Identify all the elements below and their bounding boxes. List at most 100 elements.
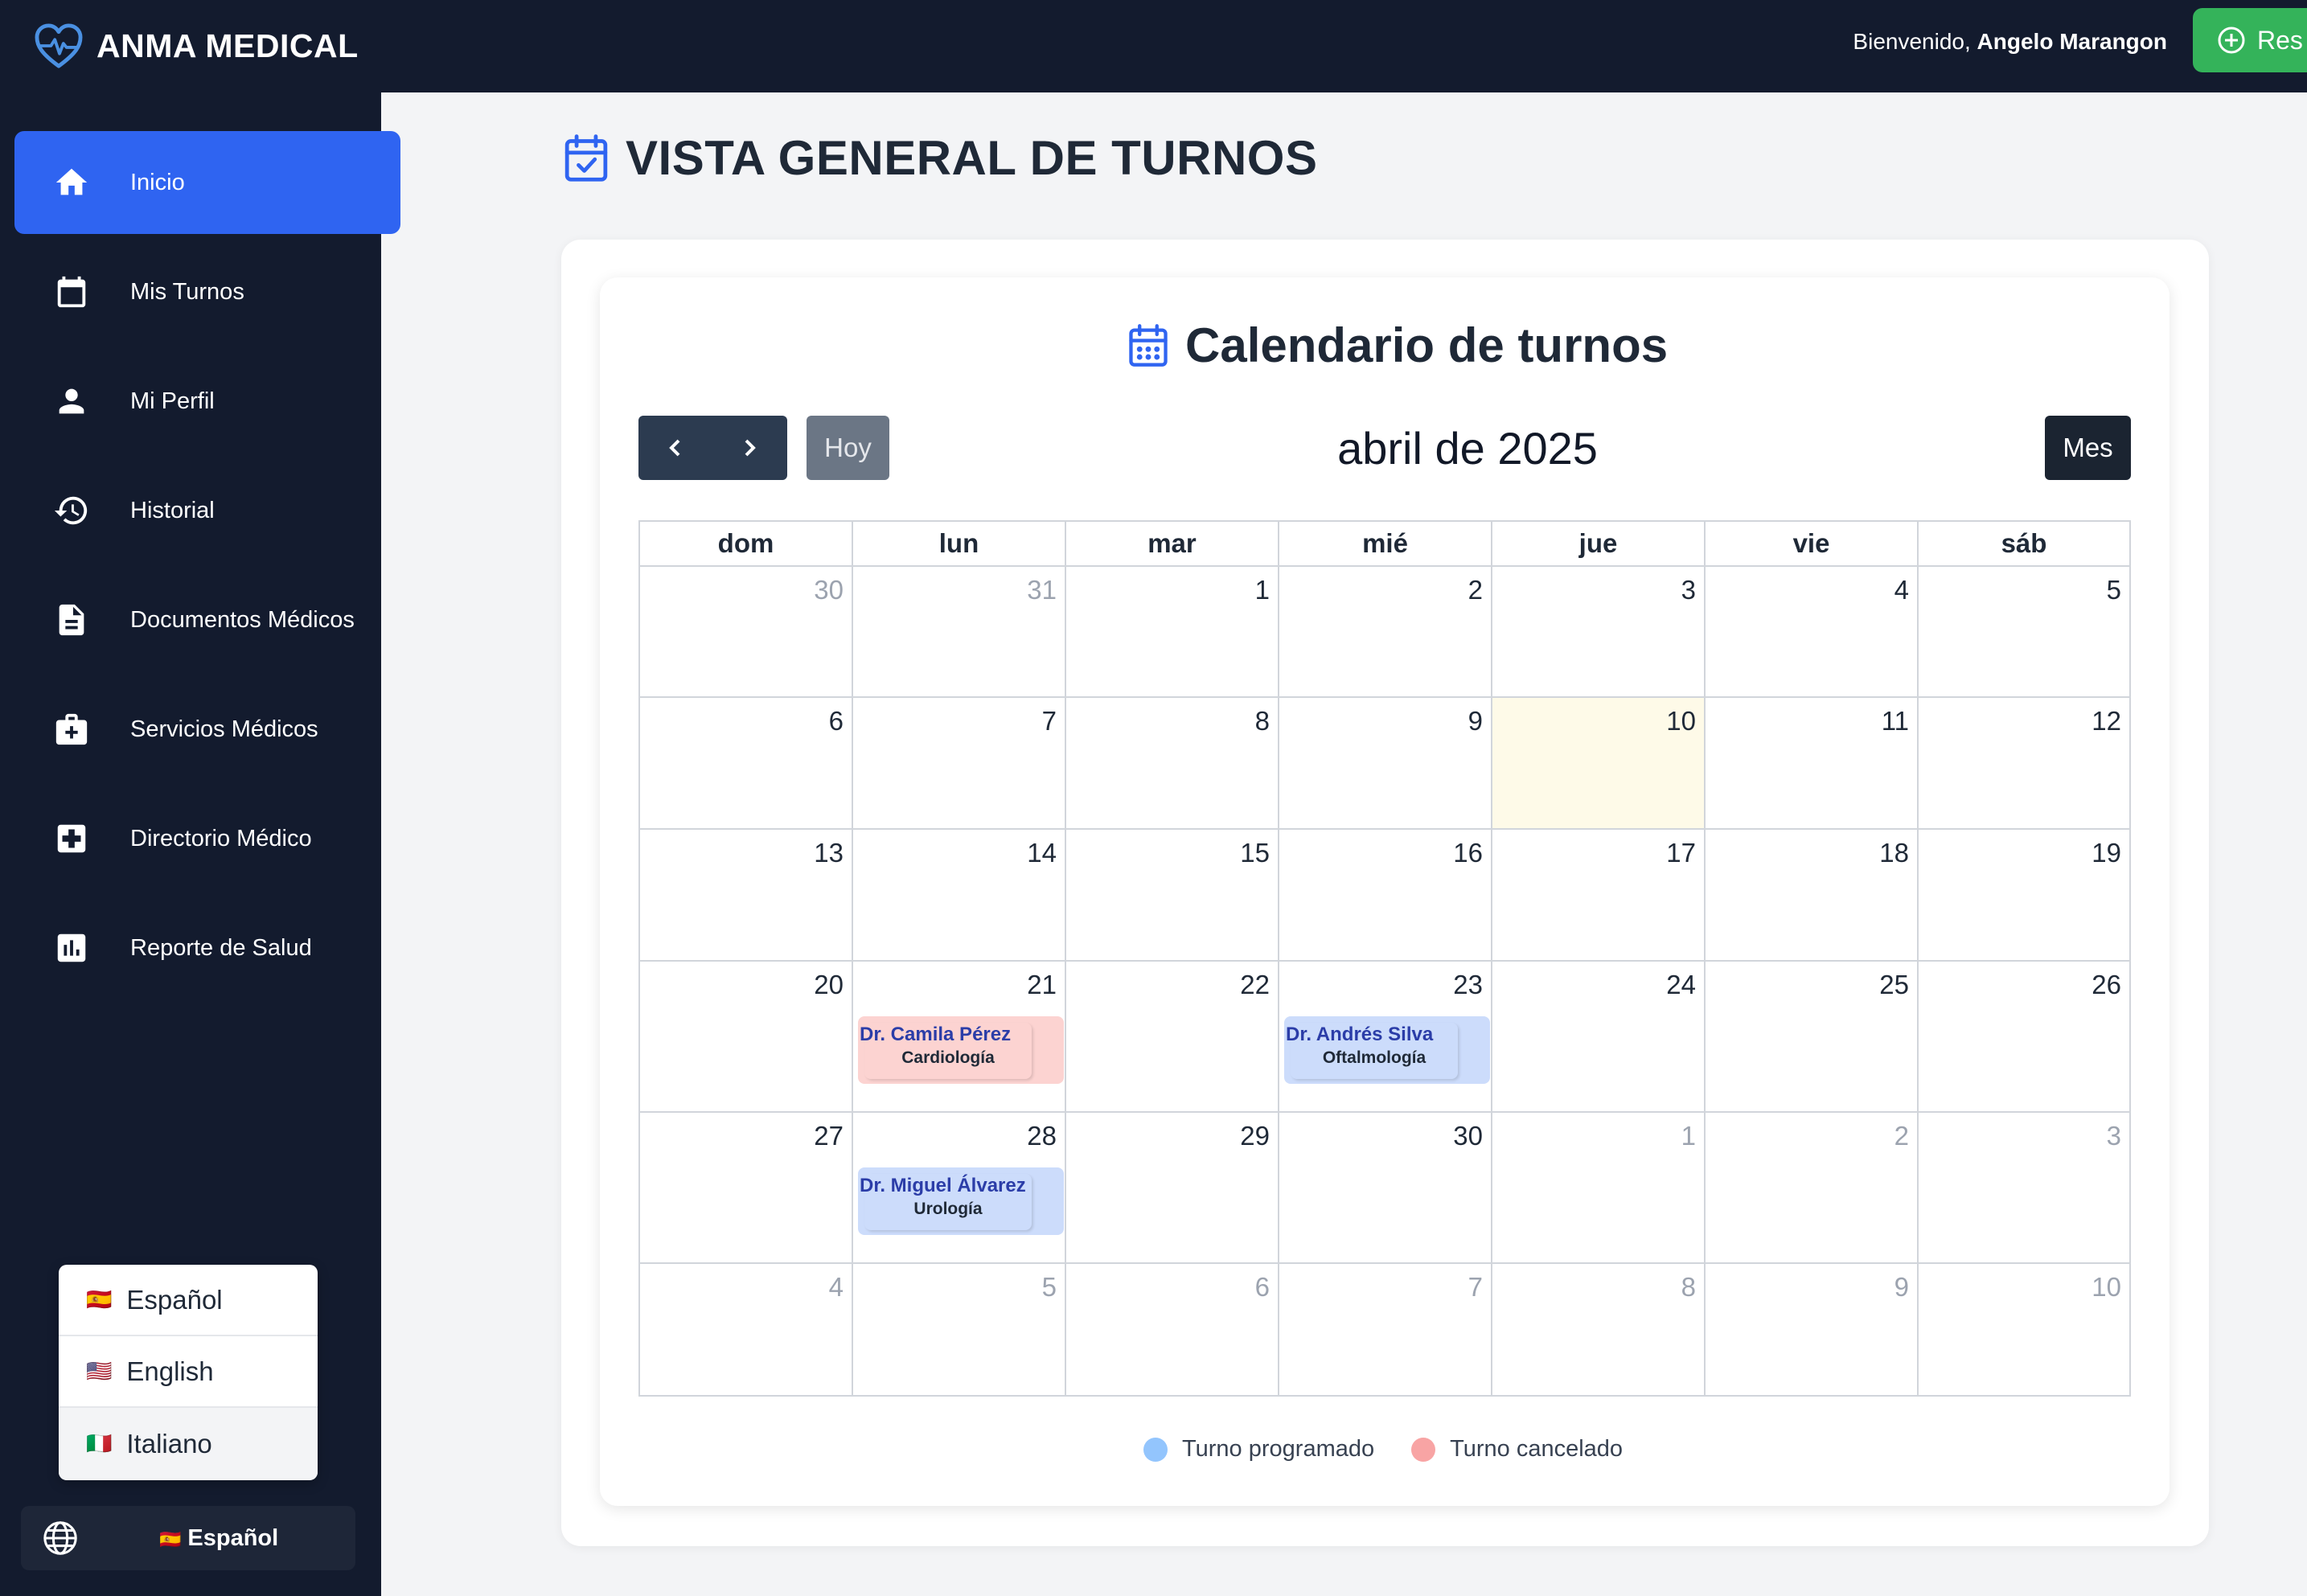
appointment-doctor: Dr. Camila Pérez — [860, 1024, 1012, 1045]
sidebar-item-mis-turnos[interactable]: Mis Turnos — [14, 240, 400, 343]
sidebar-item-directorio-medico[interactable]: Directorio Médico — [14, 787, 400, 890]
day-number: 25 — [1879, 970, 1909, 999]
day-number: 30 — [814, 575, 844, 605]
day-cell[interactable]: 31 — [853, 567, 1066, 698]
day-cell[interactable]: 3 — [1492, 567, 1706, 698]
day-number: 31 — [1027, 575, 1057, 605]
day-cell[interactable]: 5 — [1919, 567, 2129, 698]
history-icon — [51, 490, 92, 531]
legend-label: Turno cancelado — [1450, 1436, 1624, 1462]
day-cell[interactable]: 1 — [1492, 1113, 1706, 1264]
day-cell[interactable]: 19 — [1919, 830, 2129, 962]
month-view-button[interactable]: Mes — [2045, 416, 2131, 480]
day-cell[interactable]: 27 — [640, 1113, 853, 1264]
us-flag-icon: 🇺🇸 — [86, 1359, 113, 1383]
globe-icon — [43, 1521, 77, 1555]
weekday-header: sáb — [1919, 522, 2129, 567]
language-option-espanol[interactable]: 🇪🇸 Español — [59, 1265, 318, 1336]
appointment-chip: Dr. Miguel Álvarez Urología — [860, 1174, 1032, 1230]
calendar-title-text: Calendario de turnos — [1185, 318, 1669, 372]
page-title: VISTA GENERAL DE TURNOS — [563, 130, 1317, 186]
day-cell[interactable]: 1 — [1066, 567, 1279, 698]
calendar-icon — [51, 272, 92, 312]
day-cell[interactable]: 6 — [640, 698, 853, 830]
day-cell[interactable]: 6 — [1066, 1264, 1279, 1395]
day-cell[interactable]: 24 — [1492, 962, 1706, 1113]
calendar-check-icon — [564, 133, 608, 182]
day-cell[interactable]: 26 — [1919, 962, 2129, 1113]
plus-circle-icon — [2218, 27, 2245, 54]
sidebar-item-historial[interactable]: Historial — [14, 459, 400, 562]
day-cell[interactable]: 10 — [1919, 1264, 2129, 1395]
sidebar-item-label: Documentos Médicos — [130, 606, 355, 633]
day-cell[interactable]: 30 — [1279, 1113, 1492, 1264]
appointment-event[interactable]: Dr. Camila Pérez Cardiología — [858, 1016, 1064, 1084]
page-title-text: VISTA GENERAL DE TURNOS — [626, 131, 1318, 185]
day-cell[interactable]: 2 — [1706, 1113, 1919, 1264]
day-number: 21 — [1027, 970, 1057, 999]
appointment-event[interactable]: Dr. Andrés Silva Oftalmología — [1284, 1016, 1490, 1084]
sidebar-item-mi-perfil[interactable]: Mi Perfil — [14, 350, 400, 453]
day-cell[interactable]: 4 — [1706, 567, 1919, 698]
day-cell[interactable]: 8 — [1066, 698, 1279, 830]
day-cell[interactable]: 25 — [1706, 962, 1919, 1113]
day-cell[interactable]: 16 — [1279, 830, 1492, 962]
sidebar-item-inicio[interactable]: Inicio — [14, 131, 400, 234]
day-cell[interactable]: 9 — [1706, 1264, 1919, 1395]
legend-swatch — [1411, 1437, 1436, 1462]
reserve-button[interactable]: Res — [2193, 8, 2307, 72]
day-number: 18 — [1879, 838, 1909, 868]
day-cell[interactable]: 4 — [640, 1264, 853, 1395]
day-cell[interactable]: 30 — [640, 567, 853, 698]
appointment-event[interactable]: Dr. Miguel Álvarez Urología — [858, 1167, 1064, 1235]
day-number: 15 — [1240, 838, 1270, 868]
day-cell[interactable]: 12 — [1919, 698, 2129, 830]
language-option-english[interactable]: 🇺🇸 English — [59, 1336, 318, 1408]
day-cell[interactable]: 15 — [1066, 830, 1279, 962]
language-selector[interactable]: 🇪🇸 Español — [21, 1506, 355, 1570]
day-cell[interactable]: 22 — [1066, 962, 1279, 1113]
sidebar-item-label: Historial — [130, 497, 215, 523]
language-option-italiano[interactable]: 🇮🇹 Italiano — [59, 1408, 318, 1479]
day-number: 4 — [828, 1272, 844, 1302]
day-number: 2 — [1894, 1121, 1909, 1151]
chevron-left-icon — [669, 439, 680, 457]
day-cell[interactable]: 10 — [1492, 698, 1706, 830]
day-cell[interactable]: 29 — [1066, 1113, 1279, 1264]
spain-flag-icon: 🇪🇸 — [86, 1287, 113, 1311]
next-month-button[interactable] — [712, 416, 786, 480]
sidebar-item-reporte-de-salud[interactable]: Reporte de Salud — [14, 896, 400, 999]
day-number: 5 — [2106, 575, 2121, 605]
day-cell[interactable]: 2 — [1279, 567, 1492, 698]
sidebar-item-servicios-medicos[interactable]: Servicios Médicos — [14, 678, 400, 781]
day-number: 19 — [2091, 838, 2121, 868]
reserve-label: Res — [2257, 25, 2303, 55]
day-cell[interactable]: 3 — [1919, 1113, 2129, 1264]
sidebar-item-documentos-medicos[interactable]: Documentos Médicos — [14, 568, 400, 671]
today-button[interactable]: Hoy — [807, 416, 889, 480]
brand[interactable]: ANMA MEDICAL — [34, 18, 359, 74]
weekday-header: lun — [853, 522, 1066, 567]
sidebar-item-label: Servicios Médicos — [130, 716, 318, 742]
day-cell[interactable]: 14 — [853, 830, 1066, 962]
day-cell[interactable]: 7 — [853, 698, 1066, 830]
home-icon — [51, 162, 92, 203]
day-cell[interactable]: 13 — [640, 830, 853, 962]
day-cell[interactable]: 18 — [1706, 830, 1919, 962]
day-number: 10 — [2091, 1272, 2121, 1302]
month-navigation — [638, 416, 787, 480]
appointment-doctor: Dr. Miguel Álvarez — [860, 1175, 1026, 1196]
day-cell[interactable]: 9 — [1279, 698, 1492, 830]
calendar-legend: Turno programado Turno cancelado — [1143, 1436, 1660, 1463]
day-number: 11 — [1881, 706, 1909, 736]
day-cell[interactable]: 20 — [640, 962, 853, 1113]
weekday-header: jue — [1492, 522, 1706, 567]
day-number: 6 — [1254, 1272, 1270, 1302]
day-cell[interactable]: 17 — [1492, 830, 1706, 962]
prev-month-button[interactable] — [638, 416, 712, 480]
day-cell[interactable]: 7 — [1279, 1264, 1492, 1395]
day-cell[interactable]: 11 — [1706, 698, 1919, 830]
day-number: 16 — [1453, 838, 1483, 868]
day-cell[interactable]: 8 — [1492, 1264, 1706, 1395]
day-cell[interactable]: 5 — [853, 1264, 1066, 1395]
